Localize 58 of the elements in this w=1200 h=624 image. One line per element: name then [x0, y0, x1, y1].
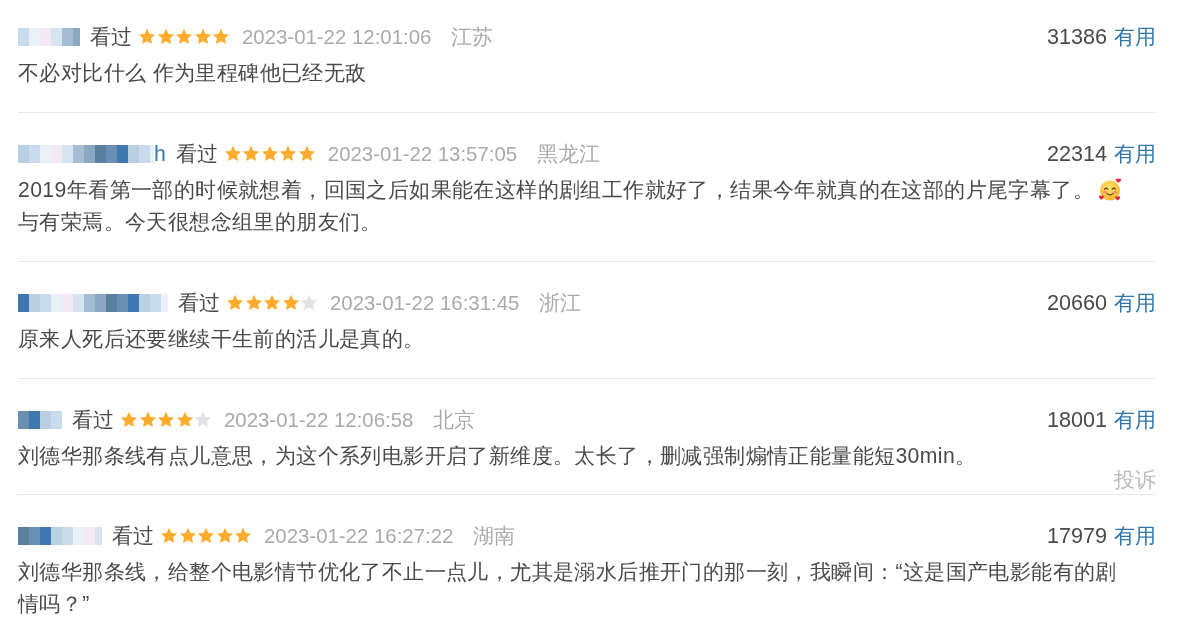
star-icon [244, 294, 263, 312]
review-time: 2023-01-22 12:01:06 [242, 25, 432, 50]
useful-link[interactable]: 有用 [1114, 287, 1156, 319]
star-icon [194, 411, 212, 429]
star-icon [279, 145, 298, 163]
comment-text: 2019年看第一部的时候就想着，回国之后如果能在这样的剧组工作就好了，结果今年就真的在这部的片尾字幕了。 [18, 178, 1094, 201]
useful-link[interactable]: 有用 [1114, 520, 1156, 552]
star-icon [157, 411, 175, 429]
star-icon [260, 145, 279, 163]
vote-count: 22314 [1046, 140, 1107, 168]
review-time: 2023-01-22 12:06:58 [224, 408, 414, 433]
star-icon [175, 28, 193, 46]
review-location: 浙江 [539, 290, 582, 316]
useful-link[interactable]: 有用 [1114, 138, 1156, 170]
vote-count: 20660 [1046, 289, 1107, 317]
star-icon [297, 145, 316, 163]
watch-status: 看过 [72, 407, 114, 433]
vote-count: 31386 [1046, 23, 1107, 51]
watch-status: 看过 [90, 24, 132, 50]
star-icon [226, 294, 244, 312]
vote-count: 18001 [1046, 406, 1107, 434]
review-time: 2023-01-22 16:27:22 [264, 524, 454, 549]
watch-status: 看过 [112, 523, 154, 549]
star-icon [156, 28, 175, 46]
review-time: 2023-01-22 16:31:45 [330, 291, 520, 316]
comment-text: 不必对比什么 作为里程碑他已经无敌 [18, 61, 367, 84]
star-icon [197, 527, 215, 545]
star-icon [212, 28, 230, 46]
star-icon [223, 145, 242, 163]
comment-text: 原来人死后还要继续干生前的活儿是真的。 [18, 327, 425, 350]
watch-status: 看过 [178, 290, 220, 316]
star-icon [178, 527, 197, 545]
review-time: 2023-01-22 13:57:05 [327, 142, 518, 167]
star-icon [138, 411, 157, 429]
review-location: 江苏 [451, 24, 494, 50]
star-icon [138, 28, 156, 46]
review-location: 北京 [433, 407, 476, 433]
star-icon [175, 411, 194, 429]
comment-text: 刘德华那条线有点儿意思，为这个系列电影开启了新维度。太长了，删减强制煽情正能量能短30min。 [18, 444, 977, 467]
star-icon [120, 411, 138, 429]
review-location: 黑龙江 [537, 141, 601, 167]
star-icon [193, 28, 212, 46]
star-icon [215, 527, 234, 545]
comment-text: 与有荣焉。今天很想念组里的朋友们。 [18, 210, 382, 233]
review-location: 湖南 [473, 523, 516, 549]
useful-link[interactable]: 有用 [1114, 21, 1156, 53]
star-icon [242, 145, 261, 163]
star-icon [263, 294, 281, 312]
comment-text: 刘德华那条线，给整个电影情节优化了不止一点儿，尤其是溺水后推开门的那一刻，我瞬间：“这是国产电影能有的剧情吗？” [18, 560, 1117, 615]
username-link[interactable]: h [154, 138, 166, 170]
smiling-face-icon [1097, 178, 1122, 202]
watch-status: 看过 [175, 141, 218, 167]
star-icon [160, 527, 178, 545]
star-icon [300, 294, 318, 312]
vote-count: 17979 [1046, 522, 1107, 550]
useful-link[interactable]: 有用 [1114, 404, 1156, 436]
star-icon [281, 294, 300, 312]
star-icon [234, 527, 252, 545]
